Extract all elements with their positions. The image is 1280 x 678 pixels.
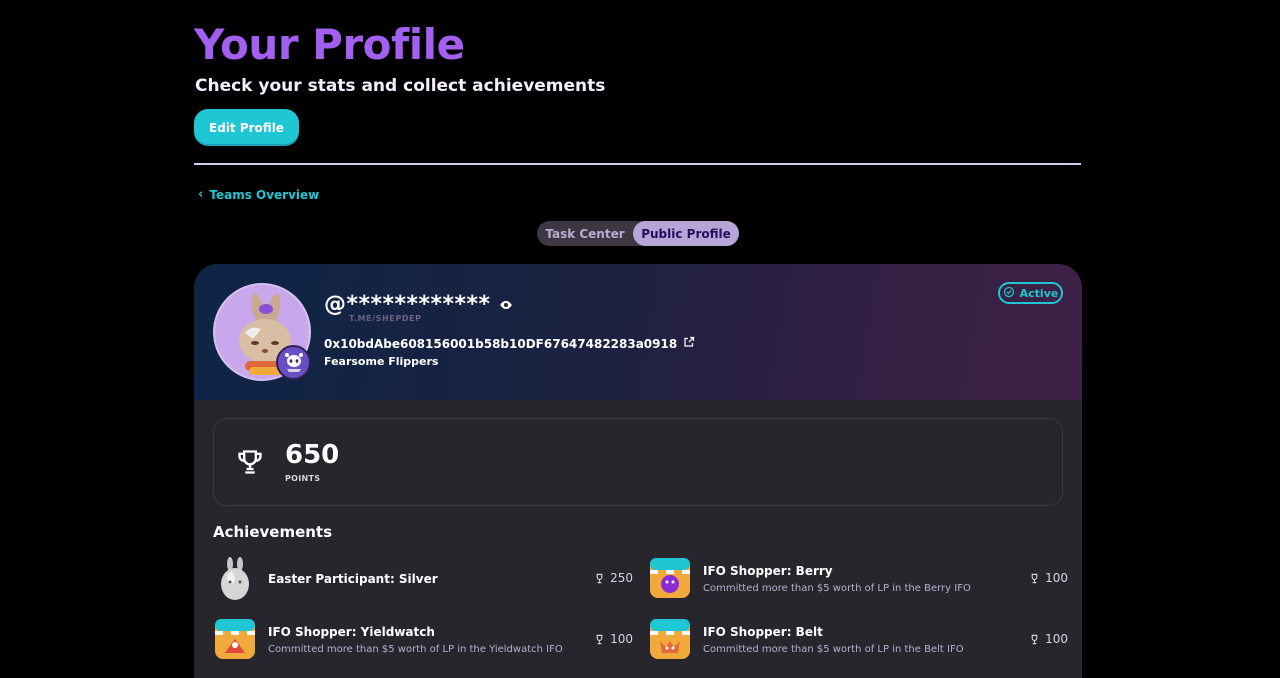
team-badge [276, 345, 311, 380]
achievement-description: Committed more than $5 worth of LP in th… [703, 644, 964, 655]
status-label: Active [1019, 286, 1059, 300]
ifo-berry-icon [650, 558, 690, 598]
achievement-name: IFO Shopper: Berry [703, 564, 833, 578]
trophy-small-icon [1031, 573, 1038, 583]
achievement-description: Committed more than $5 worth of LP in th… [703, 583, 971, 594]
back-to-teams-link[interactable]: ‹ Teams Overview [198, 187, 319, 202]
chevron-left-icon: ‹ [198, 187, 204, 202]
edit-profile-button[interactable]: Edit Profile [194, 109, 299, 146]
points-label: POINTS [285, 474, 321, 483]
social-handle[interactable]: T.ME/SHEPDEP [349, 314, 422, 323]
achievement-item: Easter Participant: Silver 250 [213, 554, 633, 602]
ifo-belt-icon [650, 619, 690, 659]
silver-egg-icon [221, 557, 249, 600]
trophy-icon [238, 450, 262, 474]
wallet-address-text: 0x10bdAbe608156001b58b10DF67647482283a09… [324, 336, 678, 351]
team-name: Fearsome Flippers [324, 355, 439, 368]
page-subtitle: Check your stats and collect achievement… [195, 76, 606, 96]
header-divider [194, 163, 1081, 165]
tab-public-profile[interactable]: Public Profile [633, 221, 739, 246]
status-badge: Active [998, 282, 1063, 304]
flipper-team-icon [284, 352, 303, 372]
check-circle-icon [1003, 286, 1015, 301]
achievement-item: IFO Shopper: Yieldwatch Committed more t… [213, 615, 633, 663]
profile-card: @************ T.ME/SHEPDEP 0x10bdAbe6081… [194, 264, 1082, 678]
achievement-item: IFO Shopper: Belt Committed more than $5… [648, 615, 1068, 663]
achievement-item: IFO Shopper: Berry Committed more than $… [648, 554, 1068, 602]
achievement-name: IFO Shopper: Belt [703, 625, 823, 639]
achievement-points: 100 [1029, 571, 1068, 585]
achievement-points: 250 [594, 571, 633, 585]
achievements-title: Achievements [213, 523, 333, 541]
page-title: Your Profile [194, 20, 465, 69]
achievement-name: IFO Shopper: Yieldwatch [268, 625, 435, 639]
achievement-description: Committed more than $5 worth of LP in th… [268, 644, 563, 655]
back-link-label: Teams Overview [209, 187, 320, 202]
achievement-name: Easter Participant: Silver [268, 572, 438, 586]
trophy-small-icon [1031, 634, 1038, 644]
trophy-small-icon [596, 634, 603, 644]
achievement-points: 100 [594, 632, 633, 646]
wallet-address[interactable]: 0x10bdAbe608156001b58b10DF67647482283a09… [324, 336, 695, 351]
profile-tabs: Task Center Public Profile [537, 221, 739, 246]
points-summary: 650 POINTS [213, 418, 1063, 506]
trophy-small-icon [596, 573, 603, 583]
achievement-points: 100 [1029, 632, 1068, 646]
tab-task-center[interactable]: Task Center [537, 221, 633, 246]
ifo-yieldwatch-icon [215, 619, 255, 659]
points-value: 650 [285, 440, 340, 470]
external-link-icon[interactable] [683, 336, 695, 351]
profile-header: @************ T.ME/SHEPDEP 0x10bdAbe6081… [194, 264, 1082, 400]
eye-icon[interactable] [499, 298, 513, 312]
